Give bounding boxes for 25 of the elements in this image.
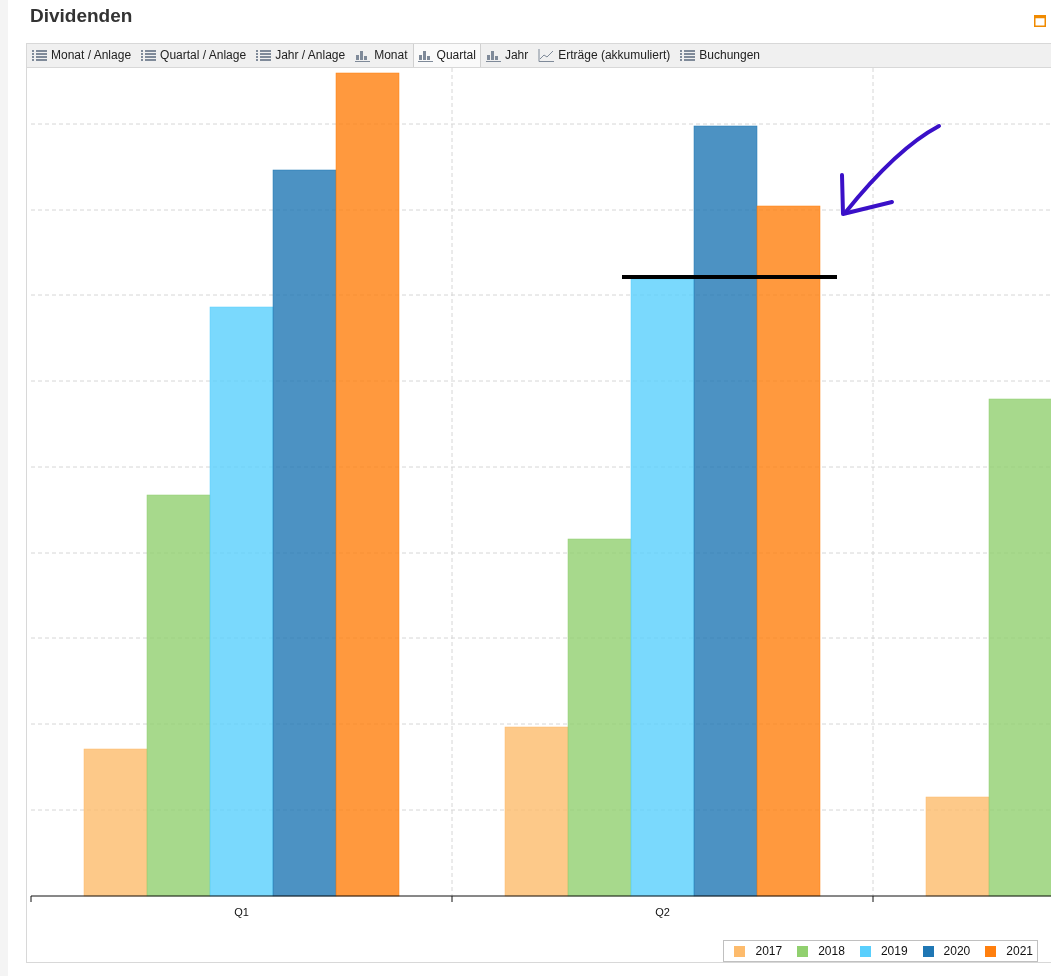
maximize-icon[interactable] bbox=[1034, 15, 1046, 28]
bar-chart-icon bbox=[485, 48, 501, 62]
legend-label: 2018 bbox=[818, 944, 845, 958]
view-tab[interactable]: Monat / Anlage bbox=[27, 43, 137, 67]
view-tab[interactable]: Buchungen bbox=[675, 43, 765, 67]
list-icon bbox=[680, 48, 696, 62]
bar-chart-icon bbox=[355, 48, 371, 62]
list-icon bbox=[256, 48, 272, 62]
line-chart-icon bbox=[538, 48, 555, 62]
list-icon bbox=[141, 48, 157, 62]
legend-label: 2017 bbox=[755, 944, 783, 958]
panel-title: Dividenden bbox=[30, 5, 133, 28]
axis-label: Q1 bbox=[234, 906, 249, 918]
view-tab[interactable]: Monat bbox=[350, 43, 413, 67]
legend-label: 2019 bbox=[880, 944, 908, 958]
list-icon bbox=[32, 48, 47, 62]
view-tab[interactable]: Erträge (akkumuliert) bbox=[533, 43, 676, 67]
view-tab[interactable]: Jahr / Anlage bbox=[251, 43, 351, 67]
bar-chart-icon bbox=[417, 48, 433, 62]
legend-label: 2021 bbox=[1006, 944, 1033, 958]
legend-label: 2020 bbox=[943, 944, 971, 958]
axis-label: Q2 bbox=[655, 906, 670, 918]
view-tab[interactable]: Jahr bbox=[480, 43, 534, 67]
view-tab[interactable]: Quartal / Anlage bbox=[136, 43, 252, 67]
view-tab[interactable]: Quartal bbox=[412, 43, 481, 67]
